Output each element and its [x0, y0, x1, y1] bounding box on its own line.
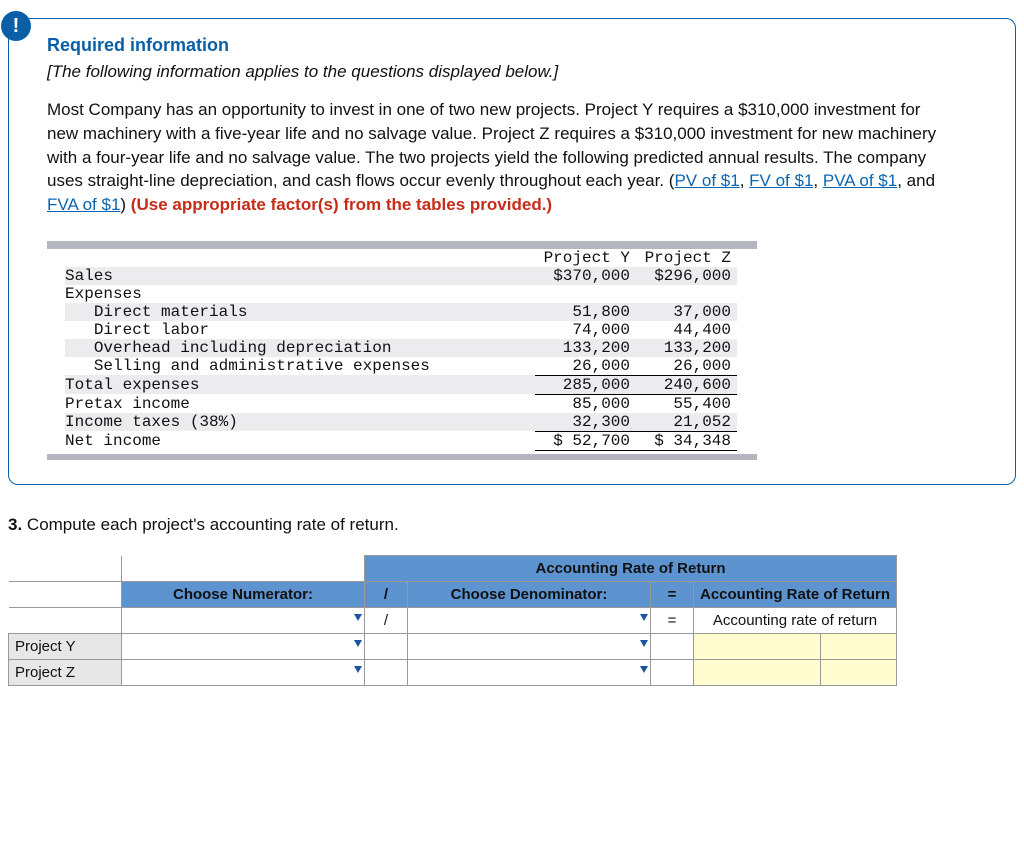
cell: 37,000 [636, 303, 737, 321]
project-z-label: Project Z [9, 660, 122, 686]
cell: 55,400 [636, 394, 737, 413]
fv-link[interactable]: FV of $1 [749, 171, 813, 190]
project-y-result-input[interactable] [694, 634, 821, 660]
question-number: 3. [8, 515, 22, 534]
cell: $370,000 [535, 267, 636, 285]
cell: 285,000 [535, 375, 636, 394]
chevron-down-icon [354, 666, 362, 673]
cell: $296,000 [636, 267, 737, 285]
row-label: Direct labor [65, 321, 535, 339]
row-label: Total expenses [65, 375, 535, 394]
cell: 32,300 [535, 413, 636, 432]
result-header: Accounting Rate of Return [694, 582, 897, 608]
chevron-down-icon [354, 614, 362, 621]
cell: 21,052 [636, 413, 737, 432]
financial-table: Project Y Project Z Sales $370,000 $296,… [47, 241, 947, 461]
numerator-header: Choose Numerator: [122, 582, 365, 608]
row-label: Income taxes (38%) [65, 413, 535, 432]
denominator-header: Choose Denominator: [408, 582, 651, 608]
cell: 44,400 [636, 321, 737, 339]
applies-note: [The following information applies to th… [47, 62, 947, 82]
row-label: Pretax income [65, 394, 535, 413]
answer-title: Accounting Rate of Return [365, 556, 897, 582]
project-y-numerator-select[interactable] [122, 634, 365, 660]
cell: 240,600 [636, 375, 737, 394]
fva-link[interactable]: FVA of $1 [47, 195, 120, 214]
row-label: Direct materials [65, 303, 535, 321]
cell: 51,800 [535, 303, 636, 321]
cell: 133,200 [535, 339, 636, 357]
question-text: Compute each project's accounting rate o… [22, 515, 399, 534]
row-label: Net income [65, 431, 535, 450]
pva-link[interactable]: PVA of $1 [823, 171, 897, 190]
red-instruction: (Use appropriate factor(s) from the tabl… [131, 195, 552, 214]
project-y-label: Project Y [9, 634, 122, 660]
row-label: Expenses [65, 285, 535, 303]
project-y-denominator-select[interactable] [408, 634, 651, 660]
slash-header: / [365, 582, 408, 608]
project-z-result-input[interactable] [694, 660, 821, 686]
row-label: Sales [65, 267, 535, 285]
cell: $ 34,348 [636, 431, 737, 450]
problem-paragraph: Most Company has an opportunity to inves… [47, 98, 947, 217]
result-row-label: Accounting rate of return [694, 608, 897, 634]
project-z-numerator-select[interactable] [122, 660, 365, 686]
chevron-down-icon [640, 666, 648, 673]
required-info-box: ! Required information [The following in… [8, 18, 1016, 485]
cell: 26,000 [535, 357, 636, 376]
col-header-project-z: Project Z [636, 249, 737, 267]
project-z-denominator-select[interactable] [408, 660, 651, 686]
chevron-down-icon [640, 614, 648, 621]
row-label: Selling and administrative expenses [65, 357, 535, 376]
cell: $ 52,700 [535, 431, 636, 450]
chevron-down-icon [640, 640, 648, 647]
equals-cell: = [651, 608, 694, 634]
info-content: Required information [The following info… [47, 19, 947, 466]
project-z-result-unit[interactable] [821, 660, 897, 686]
chevron-down-icon [354, 640, 362, 647]
pv-link[interactable]: PV of $1 [674, 171, 739, 190]
cell: 133,200 [636, 339, 737, 357]
required-info-heading: Required information [47, 35, 947, 56]
question-line: 3. Compute each project's accounting rat… [8, 515, 1016, 535]
project-y-result-unit[interactable] [821, 634, 897, 660]
row-label: Overhead including depreciation [65, 339, 535, 357]
equals-header: = [651, 582, 694, 608]
cell: 85,000 [535, 394, 636, 413]
cell: 26,000 [636, 357, 737, 376]
info-icon: ! [1, 11, 31, 41]
col-header-project-y: Project Y [535, 249, 636, 267]
cell: 74,000 [535, 321, 636, 339]
numerator-select[interactable] [122, 608, 365, 634]
answer-table: Accounting Rate of Return Choose Numerat… [8, 555, 897, 686]
slash-cell: / [365, 608, 408, 634]
denominator-select[interactable] [408, 608, 651, 634]
